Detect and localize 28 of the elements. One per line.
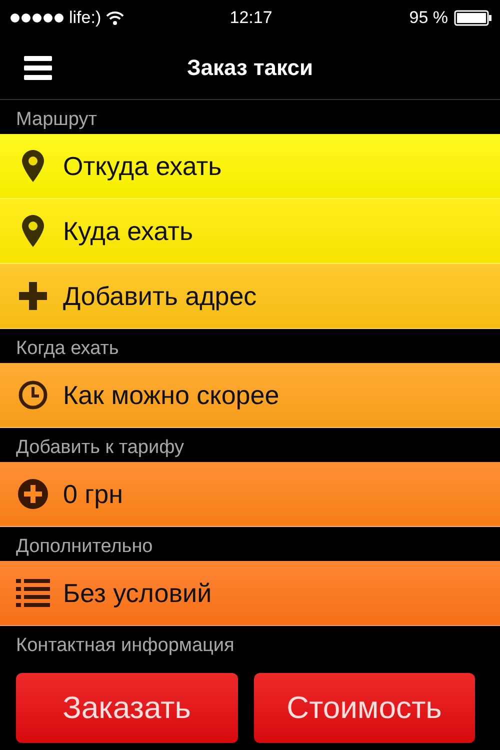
section-header: Контактная информация (16, 635, 234, 657)
signal-icon (10, 13, 64, 23)
menu-button[interactable] (24, 56, 52, 80)
section-header: Маршрут (16, 109, 97, 131)
surcharge-row[interactable]: 0 грн (0, 462, 500, 527)
price-button[interactable]: Стоимость (254, 673, 475, 743)
time-row[interactable]: Как можно скорее (0, 363, 500, 428)
options-row[interactable]: Без условий (0, 561, 500, 626)
section-header: Когда ехать (16, 338, 119, 360)
list-icon (16, 579, 50, 607)
section-header: Добавить к тарифу (16, 437, 184, 459)
address-row[interactable]: Куда ехать (0, 199, 500, 264)
wifi-icon (106, 11, 124, 25)
plus-icon (19, 282, 47, 310)
location-pin-icon (22, 215, 44, 247)
battery-icon (454, 10, 492, 26)
location-pin-icon (22, 150, 44, 182)
clock-time: 12:17 (230, 8, 272, 28)
address-row[interactable]: Откуда ехать (0, 134, 500, 199)
order-button[interactable]: Заказать (16, 673, 238, 743)
clock-icon (18, 380, 48, 410)
screen-title: Заказ такси (186, 54, 314, 80)
menu-icon (24, 56, 52, 80)
plus-circle-icon (18, 479, 48, 509)
add-address-row[interactable]: Добавить адрес (0, 264, 500, 329)
section-header: Дополнительно (16, 536, 153, 558)
carrier-name: life:) (69, 8, 102, 28)
battery-percent: 95 % (409, 8, 448, 28)
